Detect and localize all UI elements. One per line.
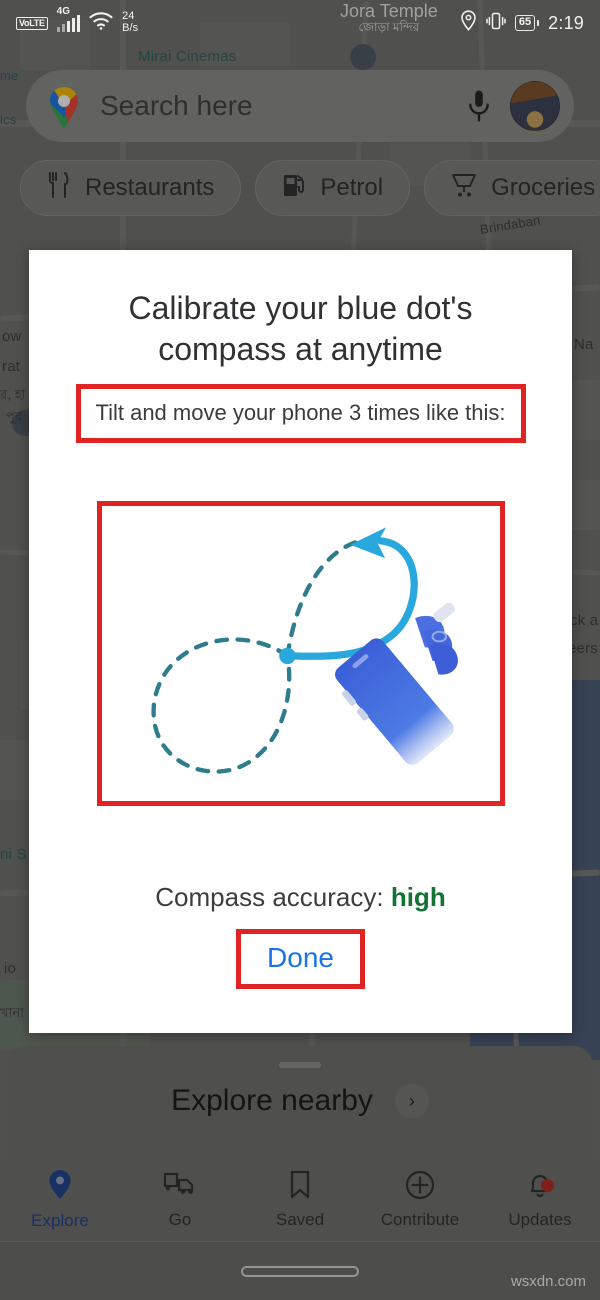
phone-screen: Mirai Cinemas Brindaban me ics ow rat র, হা পুর… <box>0 0 600 1300</box>
status-bar-left: VoLTE 4G 24 B/s <box>16 6 138 35</box>
done-button-highlight: Done <box>236 929 365 990</box>
status-bar: VoLTE 4G 24 B/s 65 2:19 <box>0 0 600 46</box>
network-speed-unit: B/s <box>122 22 139 34</box>
watermark: wsxdn.com <box>510 1273 586 1290</box>
volte-indicator: VoLTE <box>16 16 48 30</box>
figure-eight-svg <box>151 527 458 775</box>
signal-strength-icon: 4G <box>56 6 81 32</box>
network-speed-value: 24 <box>122 10 135 23</box>
figure-eight-motion-illustration <box>96 501 505 807</box>
battery-cap-icon <box>537 20 540 26</box>
compass-accuracy-status: Compass accuracy: high <box>155 882 445 913</box>
accuracy-value: high <box>390 882 446 913</box>
wifi-icon <box>89 11 113 35</box>
dialog-subtitle: Tilt and move your phone 3 times like th… <box>95 399 506 425</box>
vibrate-icon <box>486 11 506 36</box>
network-type-label: 4G <box>56 5 71 17</box>
network-speed: 24 B/s <box>122 11 138 34</box>
battery-level: 65 <box>514 15 536 31</box>
accuracy-label: Compass accuracy: <box>155 882 384 913</box>
done-button[interactable]: Done <box>267 942 334 974</box>
location-pin-icon <box>460 10 477 36</box>
dialog-subtitle-highlight: Tilt and move your phone 3 times like th… <box>75 383 526 444</box>
compass-calibration-dialog: Calibrate your blue dot's compass at any… <box>29 250 572 1033</box>
dialog-title: Calibrate your blue dot's compass at any… <box>128 290 473 367</box>
status-bar-right: 65 2:19 <box>460 10 584 36</box>
clock: 2:19 <box>548 12 584 33</box>
